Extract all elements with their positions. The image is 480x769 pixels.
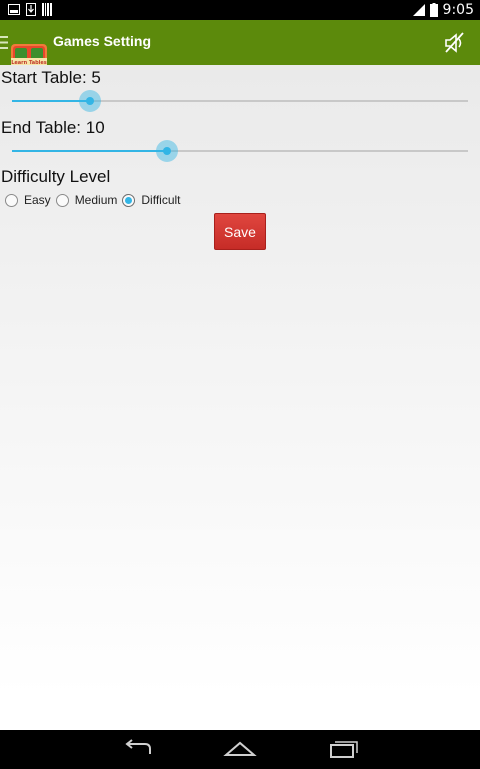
radio-easy[interactable]: Easy [5, 193, 51, 207]
notification-icons [8, 3, 52, 16]
slider-thumb[interactable] [156, 140, 179, 162]
back-icon [120, 737, 156, 761]
difficulty-label: Difficulty Level [1, 167, 111, 186]
navigation-bar [0, 730, 480, 769]
battery-icon [429, 3, 438, 17]
page-title: Games Setting [53, 33, 152, 49]
barcode-icon [42, 3, 52, 16]
settings-content: Start Table: 5 End Table: 10 Difficulty … [0, 65, 480, 730]
start-table-slider[interactable] [12, 87, 468, 115]
radio-label: Easy [24, 193, 51, 207]
back-button[interactable] [120, 737, 156, 761]
radio-label: Difficult [141, 193, 181, 207]
end-table-slider[interactable] [12, 137, 468, 165]
end-table-label: End Table: 10 [1, 118, 105, 137]
recent-apps-icon [326, 737, 362, 761]
slider-thumb[interactable] [78, 90, 101, 112]
save-button[interactable]: Save [214, 213, 266, 250]
image-icon [8, 4, 20, 15]
clock: 9:05 [442, 2, 474, 18]
mute-button[interactable] [440, 30, 468, 56]
home-icon [222, 737, 258, 761]
start-table-label: Start Table: 5 [1, 68, 101, 87]
radio-medium[interactable]: Medium [55, 193, 118, 207]
recent-apps-button[interactable] [326, 737, 362, 761]
slider-fill [12, 150, 168, 152]
mute-icon [440, 30, 468, 56]
radio-button[interactable] [5, 193, 18, 207]
radio-button[interactable] [122, 193, 136, 207]
action-bar: Learn Tables Games Setting [0, 20, 480, 80]
status-bar: 9:05 [0, 0, 480, 20]
slider-fill [12, 100, 90, 102]
difficulty-radio-group: Easy Medium Difficult [5, 191, 186, 209]
radio-button[interactable] [55, 193, 69, 207]
home-button[interactable] [222, 737, 258, 761]
radio-label: Medium [74, 193, 118, 207]
system-icons: 9:05 [412, 0, 474, 20]
signal-icon [412, 4, 425, 16]
download-icon [26, 3, 36, 16]
drawer-menu-icon[interactable] [0, 34, 8, 51]
radio-difficult[interactable]: Difficult [122, 193, 181, 207]
